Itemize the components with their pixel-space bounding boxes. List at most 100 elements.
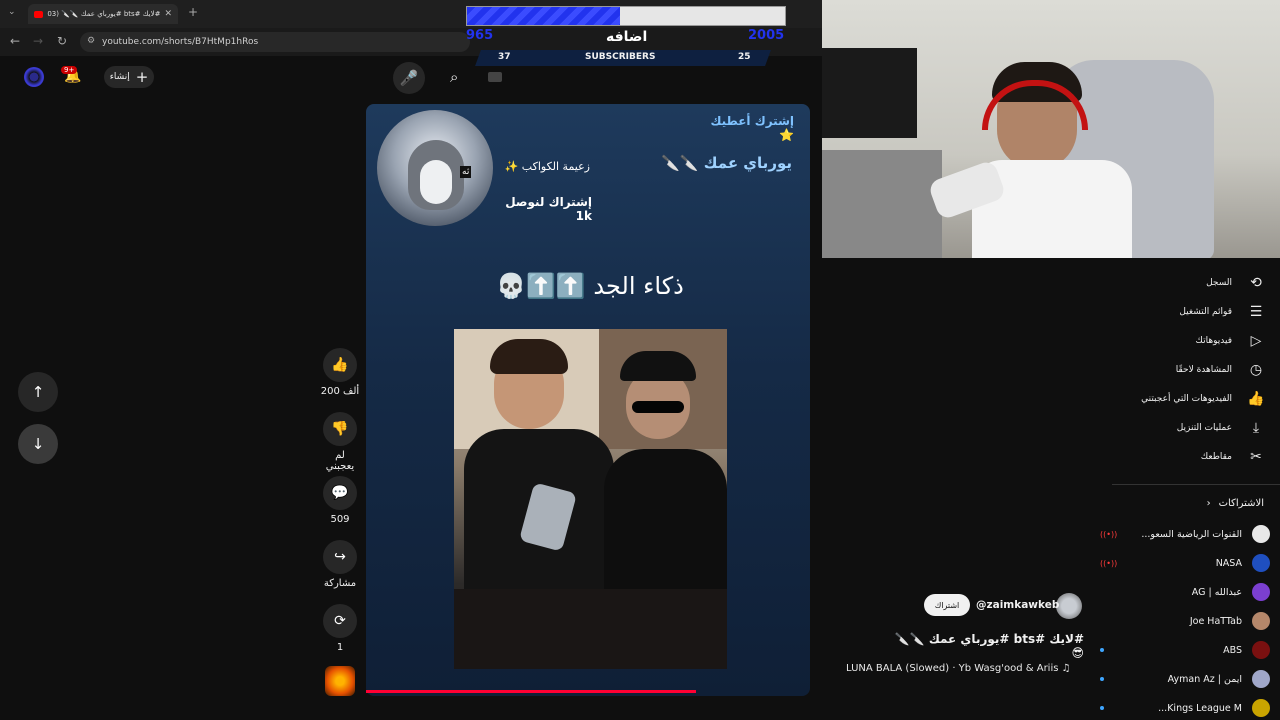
like-action[interactable]: 👍 200 ألف (320, 348, 360, 397)
address-bar[interactable]: ⚙ youtube.com/shorts/B7HtMp1hRos (80, 32, 470, 52)
short-top-text: إشترك أعطيك ⭐ (710, 114, 794, 142)
browser-tab[interactable]: #لايك #bts #يورباي عمك 🔪🔪 (2003) 🔊 ✕ (28, 4, 178, 24)
subscription-item[interactable]: عبدالله | AG (1100, 581, 1270, 603)
old-man-sunglasses (632, 401, 684, 413)
young-man-hair (490, 339, 568, 374)
goal-right-value: 2005 (748, 28, 785, 43)
arrow-down-icon: ↓ (31, 435, 45, 453)
subscription-name: ABS (1223, 644, 1242, 656)
channel-handle[interactable]: @zaimkawkeb (976, 599, 1059, 611)
subscriptions-title: الاشتراكات (1218, 498, 1264, 509)
sidebar-item-playlist[interactable]: ☰ قوائم التشغيل (1179, 304, 1266, 320)
notification-badge: 9+ (61, 66, 78, 74)
live-icon: ((•)) (1100, 558, 1118, 568)
clips-icon: ✂ (1250, 449, 1262, 465)
channel-avatar (1252, 583, 1270, 601)
sidebar-item-clips[interactable]: ✂ مقاطعك (1201, 449, 1266, 465)
history-icon: ⟲ (1250, 275, 1262, 291)
goal-left-value: 965 (466, 28, 494, 43)
liked-icon: 👍 (1247, 391, 1265, 407)
sidebar-item-label: عمليات التنزيل (1176, 423, 1232, 433)
subscription-item[interactable]: ABS (1100, 639, 1270, 661)
dislike-label: لم يعجبني (325, 450, 355, 472)
reload-icon[interactable]: ↻ (57, 34, 67, 48)
comments-action[interactable]: 💬 509 (320, 476, 360, 525)
old-man-shirt (604, 449, 727, 599)
comment-count: 509 (330, 514, 350, 525)
table-shape (454, 589, 727, 669)
subscription-item[interactable]: Joe HaTTab (1100, 610, 1270, 632)
share-action[interactable]: ↪ مشاركة (320, 540, 360, 589)
penguin-badge: ثه (460, 166, 472, 178)
playback-progress[interactable] (366, 690, 696, 693)
sidebar-divider (1112, 484, 1280, 485)
like-count: 200 ألف (320, 386, 360, 397)
new-content-dot-icon (1100, 648, 1104, 652)
remix-action[interactable]: ⟳ 1 (320, 604, 360, 653)
profile-avatar[interactable] (24, 67, 44, 87)
webcam-feed (822, 0, 1280, 258)
remix-icon[interactable]: ⟳ (323, 604, 357, 638)
new-tab-icon[interactable]: + (188, 5, 198, 19)
new-content-dot-icon (1100, 706, 1104, 710)
subscriptions-header[interactable]: الاشتراكات ‹ (1207, 498, 1264, 509)
like-icon[interactable]: 👍 (323, 348, 357, 382)
subscription-item[interactable]: Kings League M... (1100, 697, 1270, 719)
sidebar-item-label: مقاطعك (1200, 452, 1232, 462)
share-icon[interactable]: ↪ (323, 540, 357, 574)
short-goal-text: إشتراك لنوصل 1k (505, 195, 592, 223)
youtube-favicon-icon (34, 10, 43, 18)
chevron-left-icon: ‹ (1206, 498, 1211, 509)
comment-icon[interactable]: 💬 (323, 476, 357, 510)
watch-later-icon: ◷ (1249, 362, 1263, 378)
sidebar-item-label: السجل (1206, 278, 1232, 288)
sidebar-item-label: المشاهدة لاحقًا (1175, 365, 1232, 375)
site-info-icon[interactable]: ⚙ (87, 36, 95, 46)
dislike-action[interactable]: 👎 لم يعجبني (320, 412, 360, 472)
subscription-name: ايمن | Ayman Az (1167, 673, 1242, 685)
sidebar-item-watch-later[interactable]: ◷ المشاهدة لاحقًا (1176, 362, 1266, 378)
channel-avatar (1252, 699, 1270, 717)
subscription-name: Joe HaTTab (1189, 615, 1242, 627)
short-name-text: يورباي عمك 🔪🔪 (661, 154, 792, 172)
sidebar-item-download[interactable]: ⤓ عمليات التنزيل (1177, 420, 1266, 436)
subscriber-goal-fill (467, 7, 620, 25)
sidebar-item-label: قوائم التشغيل (1179, 307, 1232, 317)
monitor-shape (822, 48, 917, 138)
short-leader-text: زعيمة الكواكب ✨ (504, 160, 590, 173)
subscription-item[interactable]: القنوات الرياضية السعو... ((•)) (1100, 523, 1270, 545)
channel-avatar (1252, 554, 1270, 572)
subscriber-goal-bar (466, 6, 786, 26)
your-videos-icon: ▷ (1250, 333, 1262, 349)
download-icon: ⤓ (1252, 420, 1260, 436)
next-short-button[interactable]: ↓ (18, 424, 58, 464)
search-icon[interactable]: ⌕ (450, 68, 458, 86)
music-track[interactable]: LUNA BALA (Slowed) · Yb Wasg'ood & Ariis… (846, 663, 1071, 674)
sidebar-item-your-videos[interactable]: ▷ فيديوهاتك (1196, 333, 1266, 349)
back-icon[interactable]: ← (10, 34, 20, 48)
tab-close-icon[interactable]: ✕ (164, 9, 172, 19)
sidebar-item-history[interactable]: ⟲ السجل (1206, 275, 1266, 291)
subscription-item[interactable]: NASA ((•)) (1100, 552, 1270, 574)
voice-search-button[interactable]: 🎤 (393, 62, 425, 94)
sidebar-item-label: الفيديوهات التي أعجبتني (1141, 394, 1232, 404)
dislike-icon[interactable]: 👎 (323, 412, 357, 446)
sidebar-item-liked[interactable]: 👍 الفيديوهات التي أعجبتني (1141, 391, 1266, 407)
tab-list-icon[interactable]: ⌄ (8, 7, 16, 17)
channel-avatar[interactable] (1056, 593, 1082, 619)
short-video-frame[interactable] (454, 329, 727, 669)
subscription-name: Kings League M... (1158, 702, 1242, 714)
new-content-dot-icon (1100, 677, 1104, 681)
subscription-item[interactable]: ايمن | Ayman Az (1100, 668, 1270, 690)
short-caption: ذكاء الجد ⬆️⬆️💀 (496, 272, 684, 300)
create-button[interactable]: إنشاء + (104, 66, 154, 88)
desk-shape (822, 150, 942, 258)
create-label: إنشاء (109, 72, 130, 82)
penguin-belly (420, 160, 452, 204)
subs-left-count: 37 (498, 52, 511, 62)
subscribe-button[interactable]: اشتراك (924, 594, 970, 616)
forward-icon[interactable]: → (33, 34, 43, 48)
sound-thumbnail[interactable] (325, 666, 355, 696)
keyboard-icon[interactable] (488, 72, 502, 82)
previous-short-button[interactable]: ↑ (18, 372, 58, 412)
